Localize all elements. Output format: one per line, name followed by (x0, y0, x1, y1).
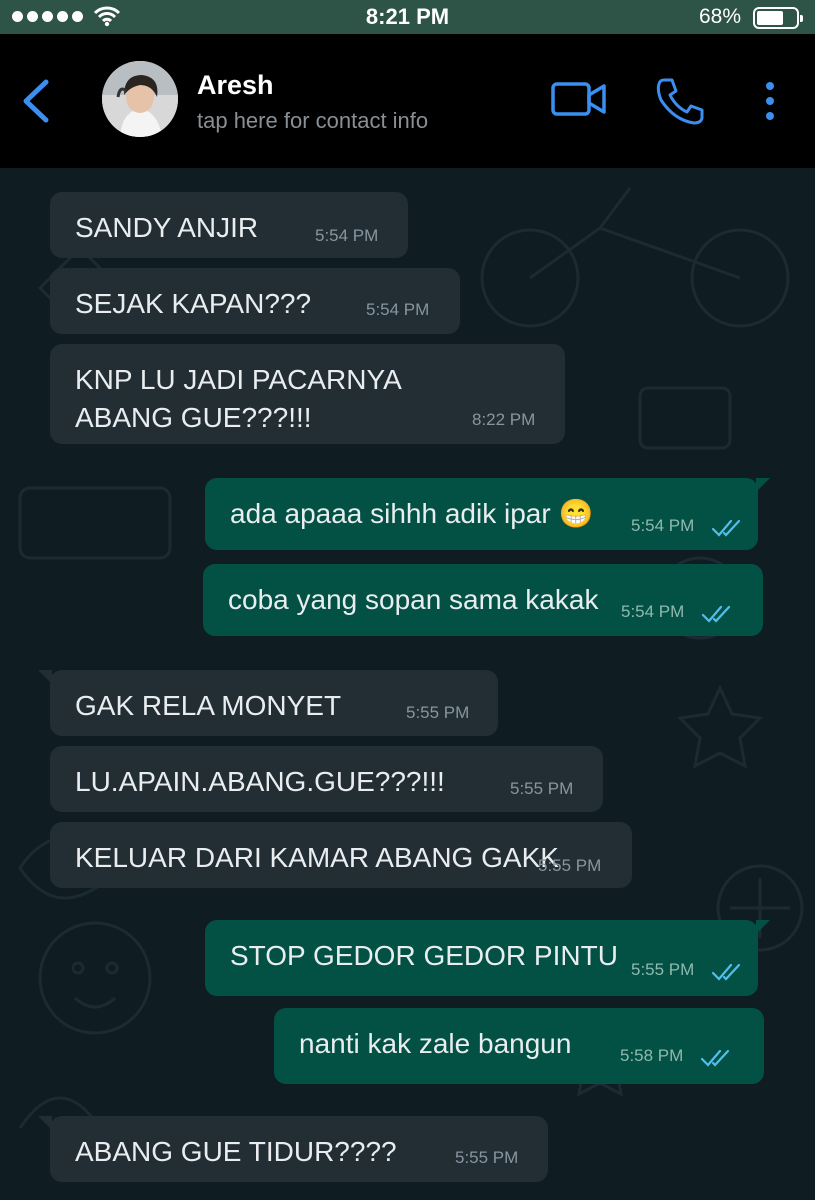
video-call-button[interactable] (550, 79, 608, 119)
incoming-message[interactable]: SANDY ANJIR 5:54 PM (50, 192, 408, 258)
back-button[interactable] (14, 76, 58, 126)
incoming-message[interactable]: SEJAK KAPAN??? 5:54 PM (50, 268, 460, 334)
incoming-message[interactable]: KNP LU JADI PACARNYA ABANG GUE???!!! 8:22… (50, 344, 565, 444)
back-chevron-icon (23, 79, 49, 123)
more-options-button[interactable] (756, 78, 784, 124)
outgoing-message[interactable]: coba yang sopan sama kakak 5:54 PM (203, 564, 763, 636)
incoming-message[interactable]: GAK RELA MONYET 5:55 PM (38, 670, 498, 736)
message-text: LU.APAIN.ABANG.GUE???!!! (75, 766, 445, 797)
chat-area[interactable]: SANDY ANJIR 5:54 PM SEJAK KAPAN??? 5:54 PM K… (0, 168, 815, 1200)
outgoing-message[interactable]: ada apaaa sihhh adik ipar 😁 5:54 PM (205, 478, 770, 550)
message-timestamp: 5:55 PM (538, 856, 602, 875)
read-ticks-icon (701, 605, 731, 623)
avatar[interactable] (102, 61, 178, 137)
message-timestamp: 5:54 PM (631, 516, 695, 535)
read-ticks-icon (700, 1049, 730, 1067)
incoming-message[interactable]: ABANG GUE TIDUR???? 5:55 PM (38, 1116, 548, 1182)
message-timestamp: 5:54 PM (315, 226, 379, 245)
read-ticks-icon (711, 963, 741, 981)
status-time: 8:21 PM (365, 4, 450, 29)
status-bar: 8:21 PM 68% (0, 0, 815, 34)
message-timestamp: 5:55 PM (631, 960, 695, 979)
contact-name[interactable]: Aresh (197, 70, 274, 101)
message-text: ABANG GUE TIDUR???? (75, 1136, 397, 1167)
chat-header: Aresh tap here for contact info (0, 34, 815, 168)
incoming-message[interactable]: KELUAR DARI KAMAR ABANG GAKK 5:55 PM (50, 822, 632, 888)
outgoing-message[interactable]: STOP GEDOR GEDOR PINTU 5:55 PM (205, 920, 770, 996)
message-timestamp: 5:55 PM (510, 779, 574, 798)
message-text: KNP LU JADI PACARNYA ABANG GUE???!!! (75, 364, 401, 433)
voice-call-button[interactable] (654, 76, 706, 126)
video-call-icon (551, 82, 606, 116)
contact-info-hint[interactable]: tap here for contact info (197, 108, 428, 134)
message-timestamp: 5:55 PM (406, 703, 470, 722)
incoming-message[interactable]: LU.APAIN.ABANG.GUE???!!! 5:55 PM (50, 746, 603, 812)
avatar-photo (102, 61, 178, 137)
message-text: coba yang sopan sama kakak (228, 584, 599, 615)
message-timestamp: 5:58 PM (620, 1046, 684, 1065)
battery-percent: 68% (698, 5, 741, 28)
message-text: SANDY ANJIR (75, 212, 259, 243)
read-ticks-icon (711, 519, 741, 537)
message-text: KELUAR DARI KAMAR ABANG GAKK (75, 842, 559, 873)
message-timestamp: 8:22 PM (472, 410, 536, 429)
battery-icon (753, 7, 803, 29)
more-vertical-icon (766, 82, 774, 120)
message-text: STOP GEDOR GEDOR PINTU (230, 940, 618, 971)
message-timestamp: 5:54 PM (366, 300, 430, 319)
message-text: GAK RELA MONYET (75, 690, 342, 721)
message-text: ada apaaa sihhh adik ipar 😁 (230, 498, 594, 529)
message-text: nanti kak zale bangun (299, 1028, 572, 1059)
outgoing-message[interactable]: nanti kak zale bangun 5:58 PM (274, 1008, 764, 1084)
message-text: SEJAK KAPAN??? (75, 288, 312, 319)
message-timestamp: 5:54 PM (621, 602, 685, 621)
message-timestamp: 5:55 PM (455, 1148, 519, 1167)
phone-icon (656, 78, 704, 125)
